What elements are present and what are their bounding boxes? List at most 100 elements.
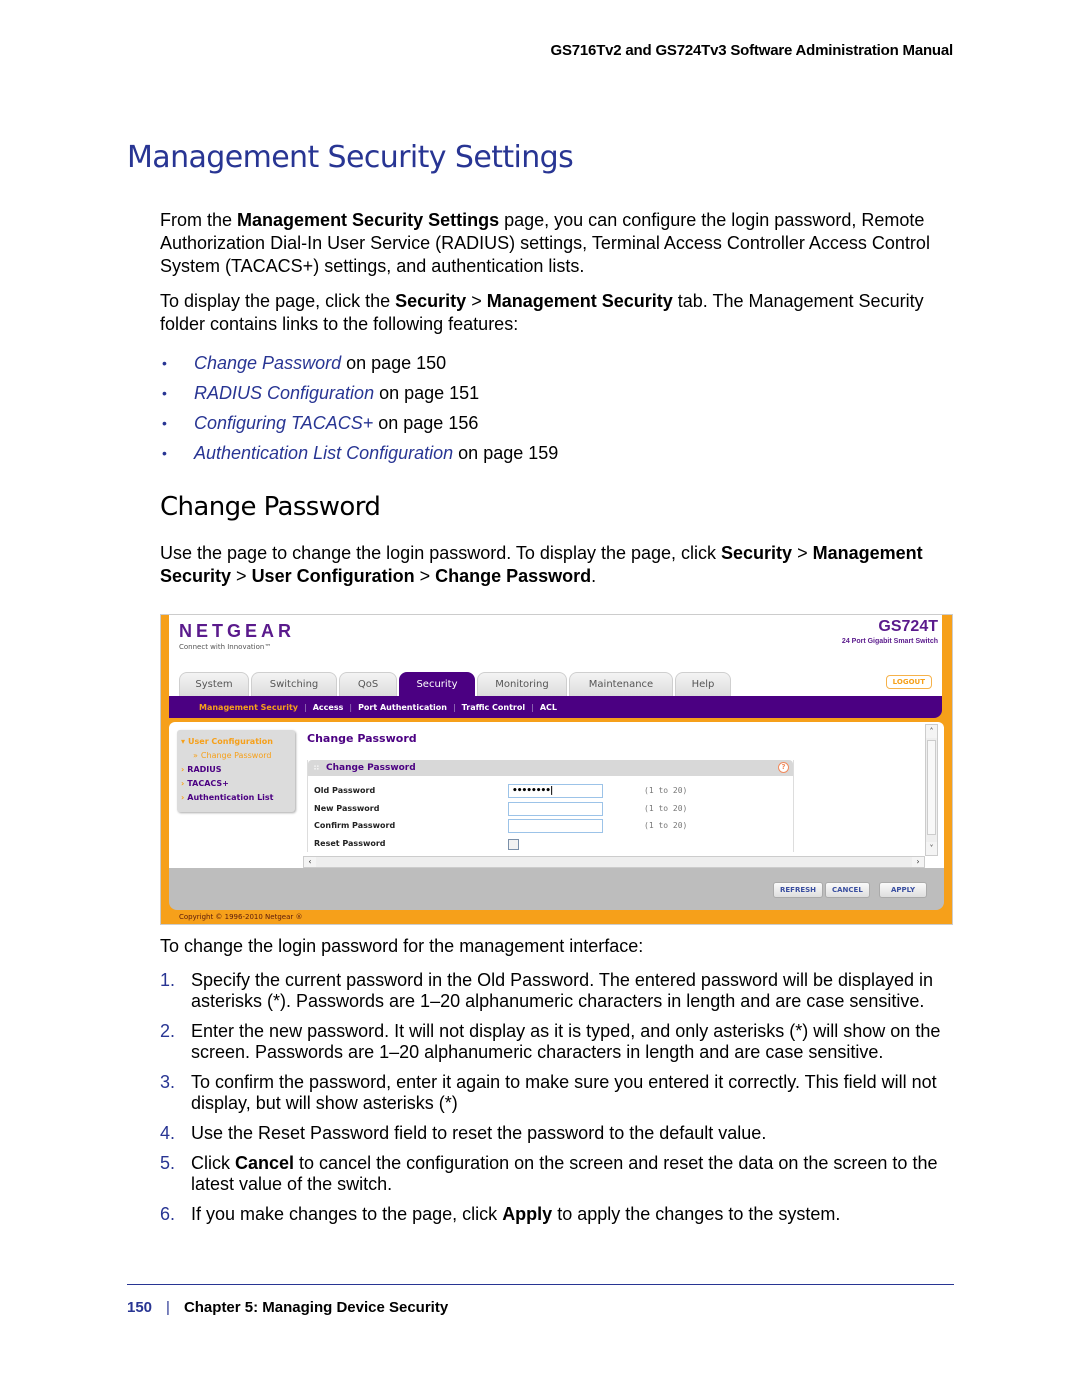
subnav-traffic-control[interactable]: Traffic Control <box>456 703 531 712</box>
scroll-thumb[interactable] <box>927 740 936 835</box>
subnav-acl[interactable]: ACL <box>534 703 563 712</box>
panel-title: Change Password <box>326 763 416 773</box>
nav-label: Authentication List <box>187 793 274 802</box>
text: . <box>591 566 597 586</box>
refresh-button[interactable]: REFRESH <box>773 882 824 898</box>
chevron-right-icon: › <box>181 793 185 802</box>
nav-label: RADIUS <box>187 765 222 774</box>
logout-button[interactable]: LOGOUT <box>885 675 932 689</box>
list-item: • Configuring TACACS+ on page 156 <box>160 408 558 438</box>
subnav-management-security[interactable]: Management Security <box>193 703 304 712</box>
bold-text: Cancel <box>235 1153 295 1173</box>
steps-lead: To change the login password for the man… <box>160 936 644 956</box>
tab-switching[interactable]: Switching <box>251 672 337 696</box>
step-number: 2. <box>160 1021 176 1041</box>
field-label: New Password <box>314 803 380 813</box>
nav-authentication-list[interactable]: › Authentication List <box>181 791 291 805</box>
subnav-access[interactable]: Access <box>307 703 350 712</box>
bullet-icon: • <box>162 355 167 371</box>
main-tabs: System Switching QoS Security Monitoring… <box>179 672 733 696</box>
grip-icon: ∷ <box>314 764 319 772</box>
page-ref: on page 151 <box>374 383 480 403</box>
scroll-left-icon[interactable]: ‹ <box>304 857 316 867</box>
vertical-scrollbar[interactable]: ˄ ˅ <box>925 724 938 856</box>
old-password-input[interactable]: ••••••••| <box>508 784 603 798</box>
bold-text: Change Password <box>435 566 592 586</box>
tab-security[interactable]: Security <box>399 672 475 696</box>
text: To display the page, click the <box>160 291 396 311</box>
help-icon[interactable]: ? <box>778 762 789 773</box>
panel-header: ∷ Change Password ? <box>308 760 793 776</box>
scroll-up-icon[interactable]: ˄ <box>926 725 937 738</box>
field-label: Confirm Password <box>314 821 396 830</box>
step-number: 1. <box>160 970 176 990</box>
tab-qos[interactable]: QoS <box>339 672 397 696</box>
tab-system[interactable]: System <box>179 672 249 696</box>
model-description: 24 Port Gigabit Smart Switch <box>841 638 938 645</box>
field-row-confirm-password: Confirm Password (1 to 20) <box>308 817 793 835</box>
link-change-password[interactable]: Change Password <box>194 353 341 373</box>
step-text: to cancel the configuration on the scree… <box>191 1153 938 1194</box>
nav-change-password[interactable]: » Change Password <box>181 749 291 763</box>
step-text: to apply the changes to the system. <box>552 1204 841 1224</box>
tab-help[interactable]: Help <box>675 672 731 696</box>
page-number: 150 <box>127 1299 153 1316</box>
subsection-title: Change Password <box>160 492 381 522</box>
bold-text: Security <box>395 291 467 311</box>
list-item: • RADIUS Configuration on page 151 <box>160 378 558 408</box>
bullet-icon: • <box>162 445 167 461</box>
bullet-icon: • <box>162 385 167 401</box>
running-header: GS716Tv2 and GS724Tv3 Software Administr… <box>550 42 954 59</box>
step-item: 3. To confirm the password, enter it agai… <box>160 1072 955 1114</box>
nav-label: Change Password <box>200 751 272 760</box>
chevron-right-icon: › <box>181 765 185 774</box>
field-row-old-password: Old Password ••••••••| (1 to 20) <box>308 782 793 800</box>
horizontal-scrollbar[interactable]: ‹ › <box>303 856 925 868</box>
nav-tacacs[interactable]: › TACACS+ <box>181 777 291 791</box>
field-row-new-password: New Password (1 to 20) <box>308 800 793 818</box>
page-ref: on page 150 <box>341 353 447 373</box>
range-hint: (1 to 20) <box>644 803 688 813</box>
double-chevron-icon: » <box>193 751 198 760</box>
confirm-password-input[interactable] <box>508 819 603 833</box>
text: > <box>792 543 813 563</box>
ui-content: ▾ User Configuration » Change Password › RA… <box>169 722 944 868</box>
copyright: Copyright © 1996-2010 Netgear ® <box>179 913 303 921</box>
cancel-button[interactable]: CANCEL <box>825 882 870 898</box>
field-label: Old Password <box>314 786 376 795</box>
scroll-down-icon[interactable]: ˅ <box>926 842 937 855</box>
link-radius-configuration[interactable]: RADIUS Configuration <box>194 383 374 403</box>
range-hint: (1 to 20) <box>644 821 688 830</box>
page-ref: on page 159 <box>453 443 559 463</box>
link-configuring-tacacs[interactable]: Configuring TACACS+ <box>194 413 373 433</box>
tab-maintenance[interactable]: Maintenance <box>569 672 673 696</box>
nav-label: User Configuration <box>188 737 273 746</box>
link-authentication-list[interactable]: Authentication List Configuration <box>194 443 453 463</box>
text: Use the page to change the login passwor… <box>160 543 722 563</box>
page-ref: on page 156 <box>373 413 479 433</box>
chevron-down-icon: ▾ <box>181 737 186 746</box>
apply-button[interactable]: APPLY <box>879 882 927 898</box>
bullet-icon: • <box>162 415 167 431</box>
bold-text: Management Security <box>486 291 673 311</box>
chevron-right-icon: › <box>181 779 185 788</box>
reset-password-checkbox[interactable] <box>508 838 519 850</box>
range-hint: (1 to 20) <box>644 786 688 795</box>
text: > <box>466 291 487 311</box>
subnav-port-authentication[interactable]: Port Authentication <box>352 703 453 712</box>
nav-user-configuration[interactable]: ▾ User Configuration <box>181 735 291 749</box>
steps-list: 1. Specify the current password in the Ol… <box>160 970 955 1234</box>
navigation-paragraph: To display the page, click the Security … <box>160 290 960 336</box>
step-number: 3. <box>160 1072 176 1092</box>
nav-radius[interactable]: › RADIUS <box>181 763 291 777</box>
change-password-panel: ∷ Change Password ? Old Password •••••••… <box>307 760 794 852</box>
step-text: Specify the current password in the Old … <box>191 970 934 1011</box>
intro-paragraph: From the Management Security Settings pa… <box>160 209 960 278</box>
step-item: 5. Click Cancel to cancel the configurati… <box>160 1153 955 1195</box>
new-password-input[interactable] <box>508 801 603 816</box>
tab-monitoring[interactable]: Monitoring <box>477 672 567 696</box>
step-text: To confirm the password, enter it again … <box>191 1072 937 1113</box>
bold-text: Security <box>721 543 793 563</box>
bold-text: Apply <box>502 1204 553 1224</box>
scroll-right-icon[interactable]: › <box>912 857 924 867</box>
